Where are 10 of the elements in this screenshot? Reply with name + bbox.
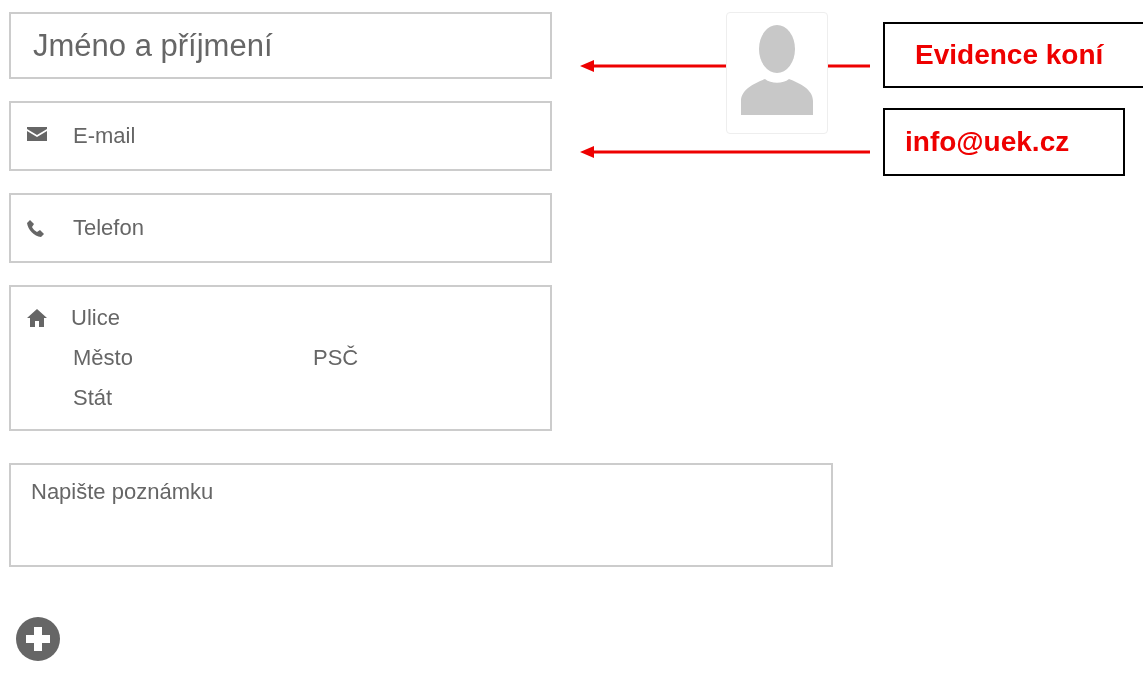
note-field[interactable]: Napište poznámku — [9, 463, 833, 567]
name-field[interactable]: Jméno a příjmení — [9, 12, 552, 79]
zip-field[interactable]: PSČ — [313, 345, 513, 371]
city-field[interactable]: Město — [73, 345, 313, 371]
country-field[interactable]: Stát — [73, 385, 273, 411]
annotation-callout: info@uek.cz — [883, 108, 1125, 176]
annotation-callout: Evidence koní — [883, 22, 1143, 88]
street-field[interactable]: Ulice — [71, 305, 271, 331]
phone-field[interactable]: Telefon — [9, 193, 552, 263]
email-field[interactable]: E-mail — [9, 101, 552, 171]
